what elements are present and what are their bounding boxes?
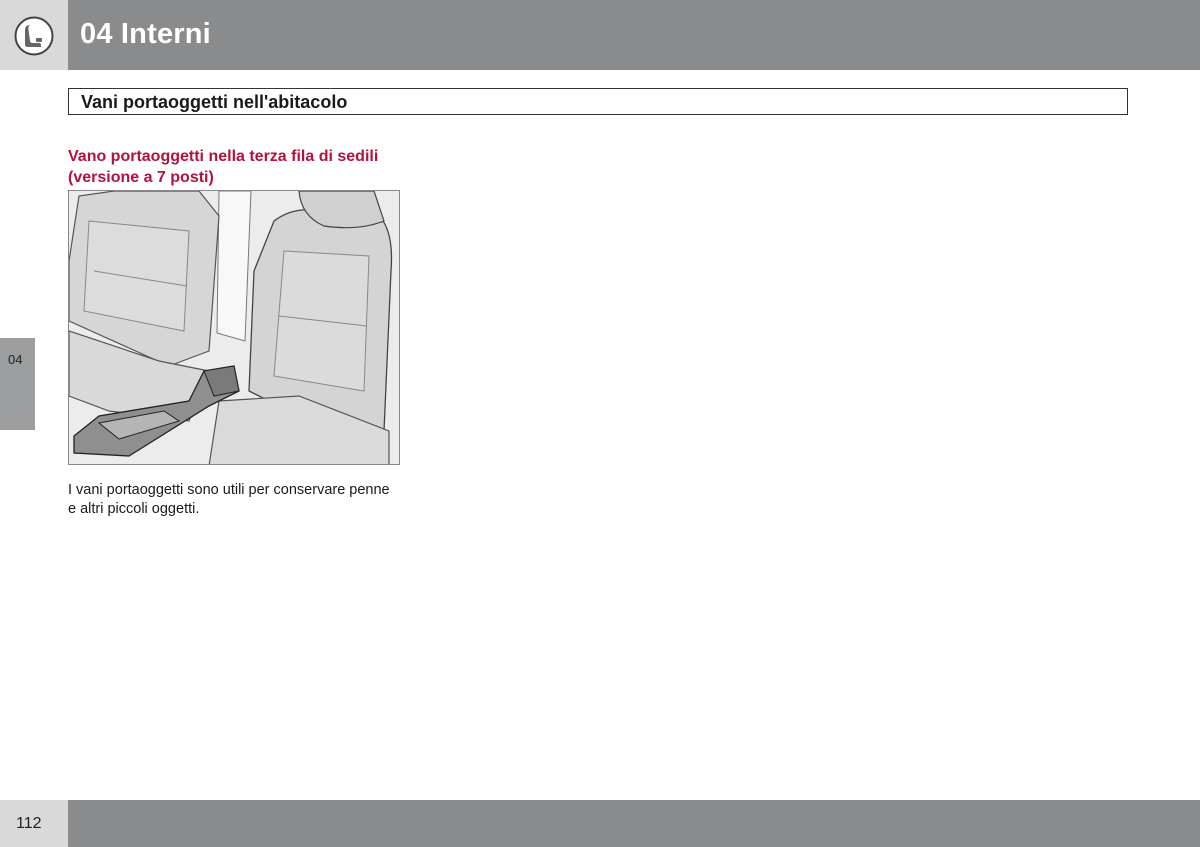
section-title: Vani portaoggetti nell'abitacolo [81, 92, 348, 112]
chapter-title: 04 Interni [80, 18, 211, 50]
header-left-panel [0, 0, 68, 70]
seat-storage-drawing [69, 191, 399, 464]
footer-bar [68, 800, 1200, 847]
body-text: I vani portaoggetti sono utili per conse… [68, 482, 390, 517]
footer-left-panel: 112 [0, 800, 68, 847]
subheading: Vano portaoggetti nella terza fila di se… [68, 148, 379, 186]
header-bar [68, 0, 1200, 70]
seat-icon [14, 16, 54, 56]
chapter-side-tab: 04 [0, 338, 35, 430]
seat-storage-illustration [68, 190, 400, 465]
page-number: 112 [16, 815, 42, 832]
side-tab-label: 04 [8, 352, 23, 367]
section-title-box: Vani portaoggetti nell'abitacolo [68, 88, 1128, 115]
